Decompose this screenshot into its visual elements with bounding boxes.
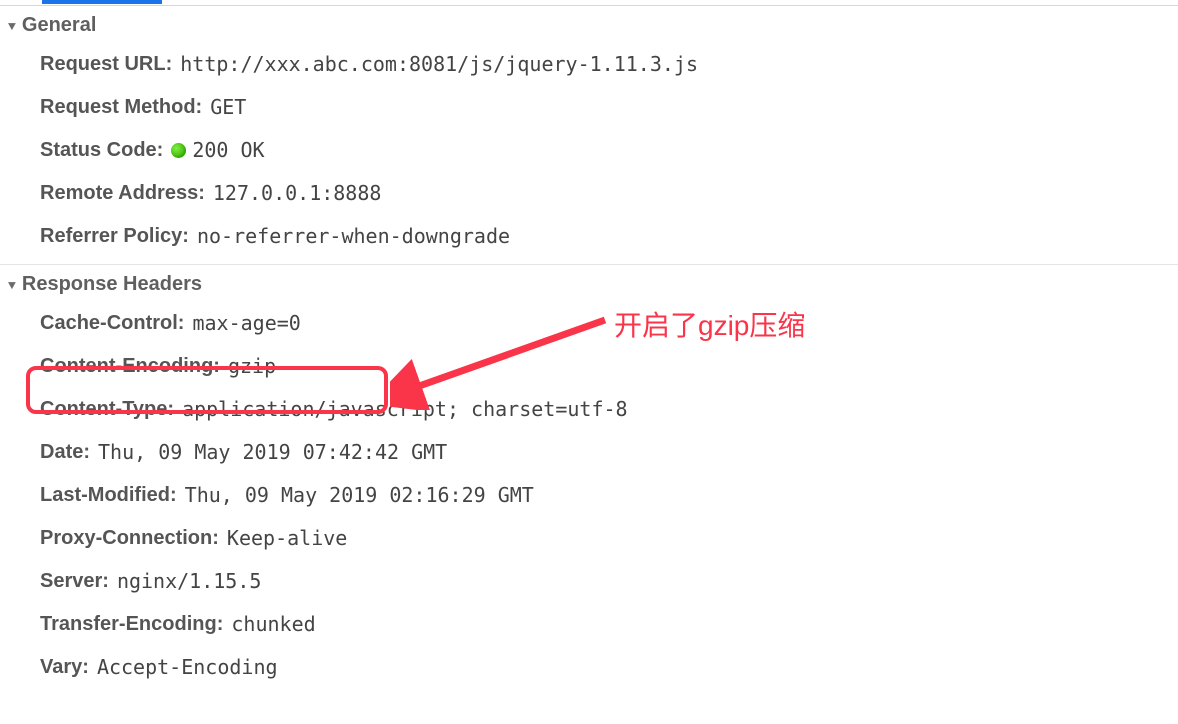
label-request-method: Request Method: (40, 94, 202, 121)
value-request-method: GET (210, 94, 246, 121)
collapse-triangle-icon: ▼ (5, 278, 18, 292)
value-vary: Accept-Encoding (97, 654, 278, 681)
label-vary: Vary: (40, 654, 89, 681)
label-content-type: Content-Type: (40, 396, 174, 423)
row-date: Date: Thu, 09 May 2019 07:42:42 GMT (0, 431, 1178, 474)
section-general: ▼ General Request URL: http://xxx.abc.co… (0, 6, 1178, 265)
row-request-url: Request URL: http://xxx.abc.com:8081/js/… (0, 43, 1178, 86)
label-content-encoding: Content-Encoding: (40, 353, 220, 380)
row-cache-control: Cache-Control: max-age=0 (0, 302, 1178, 345)
section-header-response-headers[interactable]: ▼ Response Headers (0, 271, 1178, 302)
label-referrer-policy: Referrer Policy: (40, 223, 189, 250)
section-response-headers: ▼ Response Headers Cache-Control: max-ag… (0, 265, 1178, 695)
section-header-general[interactable]: ▼ General (0, 12, 1178, 43)
collapse-triangle-icon: ▼ (5, 19, 18, 33)
value-referrer-policy: no-referrer-when-downgrade (197, 223, 510, 250)
row-transfer-encoding: Transfer-Encoding: chunked (0, 603, 1178, 646)
row-last-modified: Last-Modified: Thu, 09 May 2019 02:16:29… (0, 474, 1178, 517)
label-date: Date: (40, 439, 90, 466)
row-content-type: Content-Type: application/javascript; ch… (0, 388, 1178, 431)
label-request-url: Request URL: (40, 51, 172, 78)
value-remote-address: 127.0.0.1:8888 (213, 180, 382, 207)
value-last-modified: Thu, 09 May 2019 02:16:29 GMT (185, 482, 534, 509)
row-remote-address: Remote Address: 127.0.0.1:8888 (0, 172, 1178, 215)
value-cache-control: max-age=0 (192, 310, 300, 337)
label-transfer-encoding: Transfer-Encoding: (40, 611, 223, 638)
label-remote-address: Remote Address: (40, 180, 205, 207)
status-ok-icon (171, 143, 186, 158)
value-server: nginx/1.15.5 (117, 568, 262, 595)
label-proxy-connection: Proxy-Connection: (40, 525, 219, 552)
value-transfer-encoding: chunked (231, 611, 315, 638)
label-cache-control: Cache-Control: (40, 310, 184, 337)
value-date: Thu, 09 May 2019 07:42:42 GMT (98, 439, 447, 466)
value-proxy-connection: Keep-alive (227, 525, 347, 552)
row-server: Server: nginx/1.15.5 (0, 560, 1178, 603)
value-content-encoding: gzip (228, 353, 276, 380)
label-last-modified: Last-Modified: (40, 482, 177, 509)
section-title-general: General (22, 14, 96, 37)
value-content-type: application/javascript; charset=utf-8 (182, 396, 628, 423)
value-status-code: 200 OK (192, 137, 264, 164)
value-request-url: http://xxx.abc.com:8081/js/jquery-1.11.3… (180, 51, 698, 78)
row-request-method: Request Method: GET (0, 86, 1178, 129)
label-status-code: Status Code: (40, 137, 163, 164)
row-vary: Vary: Accept-Encoding (0, 646, 1178, 689)
section-title-response-headers: Response Headers (22, 273, 202, 296)
row-content-encoding: Content-Encoding: gzip (0, 345, 1178, 388)
row-referrer-policy: Referrer Policy: no-referrer-when-downgr… (0, 215, 1178, 258)
row-status-code: Status Code: 200 OK (0, 129, 1178, 172)
label-server: Server: (40, 568, 109, 595)
row-proxy-connection: Proxy-Connection: Keep-alive (0, 517, 1178, 560)
annotation-text: 开启了gzip压缩 (614, 304, 805, 344)
top-tab-indicator (0, 0, 1178, 6)
